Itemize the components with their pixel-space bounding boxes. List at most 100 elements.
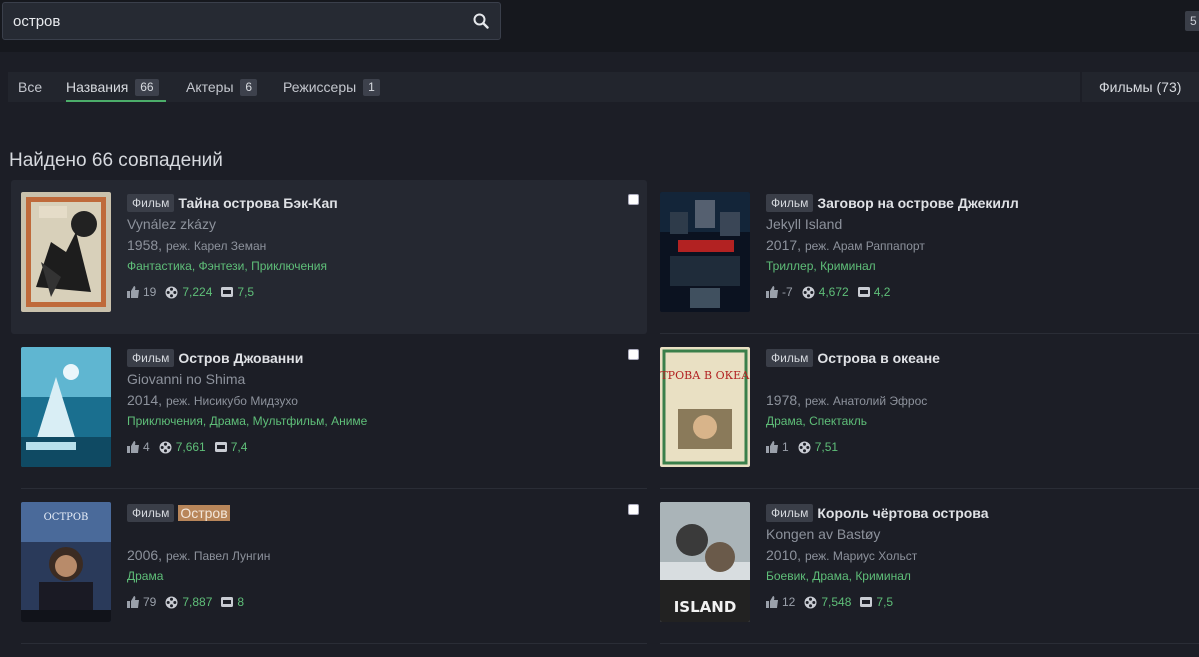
type-badge: Фильм: [766, 348, 814, 367]
film-meta: 2014, реж. Нисикубо Мидзухо: [127, 390, 627, 411]
imdb-rating: 7,5: [237, 285, 255, 299]
film-stats: 19 7,224 7,5: [127, 283, 627, 301]
result-card[interactable]: Фильм Остров Джованни Giovanni no Shima …: [11, 335, 647, 489]
film-title[interactable]: Остров: [178, 504, 230, 521]
genre-link[interactable]: Аниме: [331, 414, 367, 428]
result-card[interactable]: Фильм Тайна острова Бэк-Кап Vynález zkáz…: [11, 180, 647, 334]
genre-list: Боевик, Драма, Криминал: [766, 569, 911, 583]
result-card[interactable]: Фильм Заговор на острове Джекилл Jekyll …: [650, 180, 1199, 334]
film-title[interactable]: Король чёртова острова: [817, 505, 988, 521]
film-year: 1958,: [127, 237, 163, 253]
film-director[interactable]: реж. Павел Лунгин: [166, 549, 270, 563]
card-divider: [21, 643, 647, 644]
genre-link[interactable]: Фантастика: [127, 259, 192, 273]
select-checkbox[interactable]: [628, 349, 639, 360]
imdb-rating: 7,5: [876, 595, 894, 609]
imdb-rating: 7,4: [230, 440, 248, 454]
thumbs-up-icon: [766, 596, 778, 608]
tab-titles[interactable]: Названия 66: [66, 72, 166, 102]
film-title[interactable]: Заговор на острове Джекилл: [817, 195, 1018, 211]
poster-image[interactable]: [21, 192, 111, 312]
select-checkbox[interactable]: [628, 504, 639, 515]
genre-link[interactable]: Драма: [210, 414, 246, 428]
genre-link[interactable]: Триллер: [766, 259, 813, 273]
original-title: Kongen av Bastøy: [766, 526, 881, 542]
tab-directors[interactable]: Режиссеры 1: [283, 72, 380, 102]
tab-count: 1: [363, 79, 380, 96]
genre-link[interactable]: Криминал: [820, 259, 876, 273]
type-badge: Фильм: [127, 348, 175, 367]
film-title[interactable]: Остров Джованни: [178, 350, 303, 366]
poster-image[interactable]: ОСТРОВА В ОКЕАНЕ: [660, 347, 750, 467]
film-title[interactable]: Тайна острова Бэк-Кап: [178, 195, 337, 211]
imdb-rating: 8: [237, 595, 245, 609]
select-checkbox[interactable]: [628, 194, 639, 205]
thumbs-up-icon: [766, 286, 778, 298]
film-title[interactable]: Острова в океане: [817, 350, 940, 366]
film-reel-icon: [165, 286, 178, 298]
original-title: Jekyll Island: [766, 216, 843, 232]
thumbs-up-icon: [766, 441, 778, 453]
likes-count: -7: [782, 285, 793, 299]
notification-badge[interactable]: 5: [1185, 11, 1199, 31]
film-year: 2017,: [766, 237, 802, 253]
film-reel-icon: [165, 596, 178, 608]
film-director[interactable]: реж. Мариус Хольст: [805, 549, 917, 563]
original-title: Giovanni no Shima: [127, 371, 246, 387]
film-director[interactable]: реж. Анатолий Эфрос: [805, 394, 927, 408]
genre-link[interactable]: Приключения: [251, 259, 327, 273]
imdb-icon: [214, 442, 227, 452]
imdb-icon: [221, 287, 234, 297]
film-meta: 2017, реж. Арам Раппапорт: [766, 235, 1199, 256]
film-year: 2010,: [766, 547, 802, 563]
genre-link[interactable]: Драма: [766, 414, 802, 428]
kp-rating: 4,672: [818, 285, 849, 299]
kp-rating: 7,224: [182, 285, 213, 299]
genre-list: Драма: [127, 566, 627, 586]
result-card[interactable]: ISLAND Фильм Король чёртова острова Kong…: [650, 490, 1199, 644]
poster-title-text: ISLAND: [674, 598, 737, 616]
genre-link[interactable]: Драма: [127, 569, 163, 583]
film-year: 1978,: [766, 392, 802, 408]
film-stats: 79 7,887 8: [127, 593, 627, 611]
likes-count: 4: [143, 440, 150, 454]
genre-link[interactable]: Спектакль: [809, 414, 867, 428]
tab-label: Актеры: [186, 79, 234, 95]
genre-link[interactable]: Приключения: [127, 414, 203, 428]
film-director[interactable]: реж. Нисикубо Мидзухо: [166, 394, 298, 408]
film-meta: 1958, реж. Карел Земан: [127, 235, 627, 256]
film-year: 2014,: [127, 392, 163, 408]
imdb-icon: [857, 287, 870, 297]
poster-image[interactable]: [660, 192, 750, 312]
poster-image[interactable]: ISLAND: [660, 502, 750, 622]
original-title: [127, 524, 627, 545]
results-count-heading: Найдено 66 совпадений: [9, 150, 223, 171]
imdb-icon: [860, 597, 873, 607]
film-meta: 2006, реж. Павел Лунгин: [127, 545, 627, 566]
genre-link[interactable]: Боевик: [766, 569, 806, 583]
tab-all[interactable]: Все: [18, 72, 42, 102]
genre-list: Фантастика, Фэнтези, Приключения: [127, 259, 327, 273]
tab-actors[interactable]: Актеры 6: [186, 72, 258, 102]
result-card[interactable]: ОСТРОВ Фильм Остров 2006, реж. Павел Лун…: [11, 490, 647, 644]
genre-link[interactable]: Криминал: [855, 569, 911, 583]
search-input[interactable]: [13, 3, 453, 39]
type-badge: Фильм: [127, 193, 175, 212]
thumbs-up-icon: [127, 596, 139, 608]
genre-link[interactable]: Мультфильм: [253, 414, 325, 428]
tab-films[interactable]: Фильмы (73): [1082, 72, 1199, 102]
likes-count: 12: [782, 595, 796, 609]
search-button[interactable]: [468, 8, 494, 34]
film-director[interactable]: реж. Карел Земан: [166, 239, 266, 253]
poster-image[interactable]: [21, 347, 111, 467]
genre-link[interactable]: Фэнтези: [199, 259, 245, 273]
poster-title-text: ОСТРОВА В ОКЕАНЕ: [660, 369, 750, 382]
poster-image[interactable]: ОСТРОВ: [21, 502, 111, 622]
film-reel-icon: [159, 441, 172, 453]
genre-link[interactable]: Драма: [812, 569, 848, 583]
kp-rating: 7,51: [814, 440, 839, 454]
genre-list: Триллер, Криминал: [766, 259, 876, 273]
film-director[interactable]: реж. Арам Раппапорт: [805, 239, 925, 253]
search-tabs: Все Названия 66 Актеры 6 Режиссеры 1: [8, 72, 1080, 102]
result-card[interactable]: ОСТРОВА В ОКЕАНЕ Фильм Острова в океане …: [650, 335, 1199, 489]
